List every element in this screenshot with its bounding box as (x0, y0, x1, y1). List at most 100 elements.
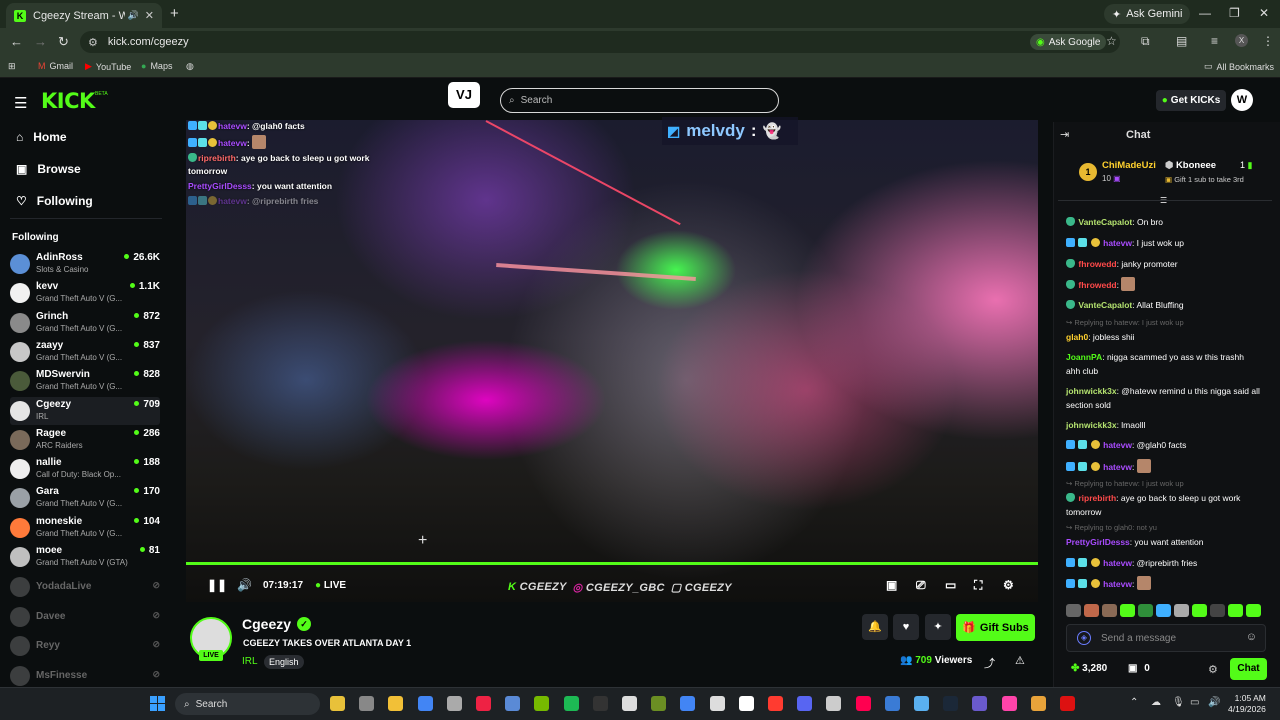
sidebar-channel[interactable]: Cgeezy IRL 709 (10, 396, 160, 425)
emote-image[interactable] (1210, 604, 1225, 617)
bookmark-star-icon[interactable]: ☆ (1106, 34, 1117, 48)
emote-image[interactable] (1102, 604, 1117, 617)
tray-expand-icon[interactable]: ⌃ (1130, 697, 1138, 708)
forward-button[interactable]: → (34, 34, 47, 49)
stream-category[interactable]: IRL (242, 656, 258, 667)
sidebar-channel[interactable]: kevv Grand Theft Auto V (G... 1.1K (10, 279, 160, 307)
chat-username[interactable]: hatevw (1103, 558, 1132, 568)
settings-app-icon[interactable] (505, 696, 521, 711)
notes-icon[interactable] (1001, 696, 1017, 711)
emote-image[interactable] (1228, 604, 1243, 617)
emote-image[interactable] (1174, 604, 1189, 617)
chat-message[interactable]: johnwickk3x: @hatevw remind u this nigga… (1066, 384, 1260, 412)
kick-logo[interactable]: KICK (41, 89, 95, 113)
send-chat-button[interactable]: Chat (1230, 658, 1267, 680)
sidebar-channel[interactable]: Grinch Grand Theft Auto V (G... 872 (10, 309, 160, 337)
tab-close-icon[interactable]: ✕ (145, 9, 154, 22)
menu-hamburger-icon[interactable]: ☰ (14, 94, 27, 112)
code-app-icon[interactable] (826, 696, 842, 711)
nav-following[interactable]: ♡ Following (16, 194, 93, 208)
share-icon[interactable]: ⤴ (984, 655, 995, 671)
mail-icon[interactable] (884, 696, 900, 711)
chat-message[interactable]: hatevw: @glah0 facts (1066, 438, 1260, 452)
gift-balance[interactable]: ▣ 0 (1128, 663, 1150, 674)
language-tag[interactable]: English (264, 655, 304, 669)
messenger-icon[interactable] (972, 696, 988, 711)
vpn-icon[interactable] (1030, 696, 1046, 711)
discord-icon[interactable] (797, 696, 813, 711)
user-avatar[interactable]: W (1231, 89, 1253, 111)
sidebar-channel[interactable]: AdinRoss Slots & Casino 26.6K (10, 250, 160, 278)
record-icon[interactable] (1060, 696, 1075, 711)
bookmark-youtube[interactable]: ▶ YouTube (85, 61, 131, 72)
chat-message[interactable]: riprebirth: aye go back to sleep u got w… (1066, 491, 1260, 519)
epic-games-icon[interactable] (592, 696, 608, 711)
steam-icon[interactable] (943, 696, 959, 711)
maximize-button[interactable]: ❐ (1229, 6, 1240, 20)
chat-username[interactable]: johnwickk3x (1066, 386, 1117, 396)
url-field[interactable]: ⚙ kick.com/cgeezy (80, 31, 1120, 53)
tray-volume-icon[interactable]: 🔊 (1208, 697, 1220, 708)
bookmark-maps[interactable]: ● Maps (141, 61, 172, 71)
bookmark-gmail[interactable]: M Gmail (38, 61, 73, 71)
chat-message[interactable]: fhrowedd: (1066, 277, 1260, 292)
file-explorer-icon[interactable] (330, 696, 345, 711)
sidebar-channel-offline[interactable]: Reyy ⊘ (10, 632, 160, 660)
chat-username[interactable]: VanteCapalot (1078, 300, 1132, 310)
chrome-icon[interactable] (417, 696, 433, 711)
minimize-button[interactable]: — (1199, 6, 1211, 20)
taskbar-clock[interactable]: 1:05 AM 4/19/2026 (1228, 693, 1266, 715)
close-window-button[interactable]: ✕ (1259, 6, 1269, 20)
emote-image[interactable] (1120, 604, 1135, 617)
browser-tab[interactable]: K Cgeezy Stream - Watch Live 🔊 ✕ (6, 3, 162, 28)
tray-mic-icon[interactable]: 🎙 (1172, 697, 1185, 708)
search-input[interactable]: ⌕ Search (500, 88, 779, 113)
chat-username[interactable]: PrettyGirlDesss (1066, 537, 1130, 547)
chat-username[interactable]: hatevw (1103, 440, 1132, 450)
chat-username[interactable]: JoannPA (1066, 352, 1102, 362)
volume-icon[interactable]: 🔊 (237, 578, 252, 592)
side-panel-icon[interactable]: ▤ (1176, 34, 1187, 48)
media-control-icon[interactable]: ≡ (1211, 34, 1218, 48)
bookmark-globe-icon[interactable]: ◍ (186, 61, 194, 72)
chat-message[interactable]: hatevw: @riprebirth fries (1066, 556, 1260, 570)
get-kicks-button[interactable]: ● Get KICKs (1156, 90, 1226, 111)
chat-username[interactable]: riprebirth (1078, 493, 1116, 503)
github-icon[interactable] (446, 696, 462, 711)
sidebar-channel-offline[interactable]: MsFinesse ⊘ (10, 662, 160, 690)
emote-image[interactable] (1156, 604, 1171, 617)
all-bookmarks-button[interactable]: ▭ All Bookmarks (1204, 61, 1274, 72)
sidebar-channel[interactable]: MDSwervin Grand Theft Auto V (G... 828 (10, 367, 160, 395)
collapse-chat-icon[interactable]: ⇥ (1060, 128, 1069, 141)
sidebar-channel[interactable]: zaayy Grand Theft Auto V (G... 837 (10, 338, 160, 366)
follow-heart-button[interactable]: ♥ (893, 614, 919, 640)
chat-message[interactable]: hatevw: (1066, 576, 1260, 591)
arrow-app-icon[interactable] (622, 696, 637, 711)
chat-username[interactable]: VanteCapalot (1078, 217, 1132, 227)
files-app-icon[interactable] (738, 696, 754, 711)
chat-message[interactable]: fhrowedd: janky promoter (1066, 257, 1260, 271)
chat-message[interactable]: glah0: jobless shii (1066, 330, 1260, 344)
nav-browse[interactable]: ▣ Browse (16, 162, 81, 176)
adobe-icon[interactable] (768, 696, 783, 711)
chat-username[interactable]: hatevw (1103, 238, 1132, 248)
ask-google-button[interactable]: ◉ Ask Google (1030, 34, 1107, 50)
tray-cloud-icon[interactable]: ☁ (1151, 697, 1161, 708)
nvidia-icon[interactable] (534, 696, 550, 711)
player-settings-icon[interactable]: ⚙ (1003, 578, 1014, 592)
sidebar-channel[interactable]: Ragee ARC Raiders 286 (10, 426, 160, 454)
clip-icon[interactable]: ⎚ (916, 578, 926, 593)
tiktok-icon[interactable] (855, 696, 871, 711)
photos-icon[interactable] (914, 696, 929, 711)
emote-image[interactable] (1246, 604, 1261, 617)
chat-message[interactable]: VanteCapalot: On bro (1066, 215, 1260, 229)
chat-username[interactable]: hatevw (1103, 579, 1132, 589)
sidebar-channel[interactable]: Gara Grand Theft Auto V (G... 170 (10, 484, 160, 512)
report-warning-icon[interactable]: ⚠ (1015, 654, 1025, 667)
new-tab-button[interactable]: + (170, 5, 179, 22)
browser-menu-icon[interactable]: ⋮ (1262, 34, 1274, 48)
emote-image[interactable] (1192, 604, 1207, 617)
sidebar-channel[interactable]: moneskie Grand Theft Auto V (G... 104 (10, 514, 160, 542)
folder-icon[interactable] (388, 696, 404, 711)
theater-mode-icon[interactable]: ▭ (945, 578, 956, 592)
